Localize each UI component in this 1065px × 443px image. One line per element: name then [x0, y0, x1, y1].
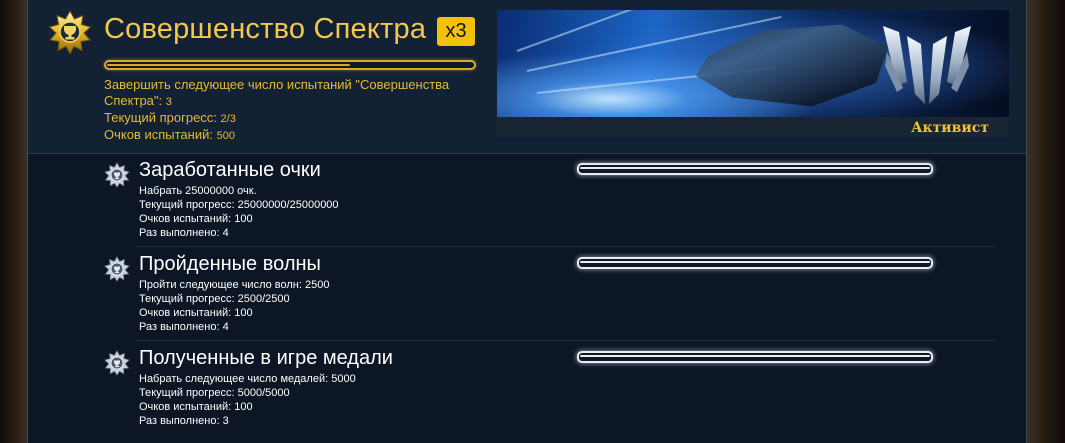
challenge-points: Очков испытаний: 100 [139, 401, 253, 413]
header-desc-line2-value: 3 [165, 96, 172, 108]
header-desc-line2: Спектра": 3 [104, 93, 504, 110]
challenge-item: Полученные в игре медали Набрать следующ… [28, 341, 1026, 435]
rank-label: Активист [911, 120, 989, 136]
challenge-progress-text: Текущий прогресс: 2500/2500 [139, 293, 290, 305]
challenge-header: Совершенство Спектра x3 Завершить следую… [28, 0, 1026, 154]
star-badge-icon [104, 162, 130, 188]
challenge-times-completed: Раз выполнено: 4 [139, 321, 229, 333]
challenge-details: Набрать 25000000 очк. Текущий прогресс: … [139, 184, 339, 240]
challenge-goal: Набрать следующее число медалей: 5000 [139, 373, 356, 385]
header-points-label: Очков испытаний: [104, 127, 213, 142]
challenge-progress-bar [577, 257, 933, 269]
challenge-times-completed: Раз выполнено: 4 [139, 227, 229, 239]
header-desc-line1: Завершить следующее число испытаний "Сов… [104, 77, 450, 92]
challenge-progress-text: Текущий прогресс: 25000000/25000000 [139, 199, 339, 211]
challenge-progress-fill [580, 167, 930, 169]
challenge-progress-bar [577, 163, 933, 175]
challenges-panel: Совершенство Спектра x3 Завершить следую… [27, 0, 1027, 443]
challenge-progress-text: Текущий прогресс: 5000/5000 [139, 387, 290, 399]
challenge-title: Полученные в игре медали [139, 347, 393, 369]
challenge-progress-bar [577, 351, 933, 363]
header-progress-fill [107, 64, 351, 66]
header-progress-value: 2/3 [220, 113, 236, 125]
challenge-item: Заработанные очки Набрать 25000000 очк. … [28, 153, 1026, 247]
challenge-times-completed: Раз выполнено: 3 [139, 415, 229, 427]
challenge-points: Очков испытаний: 100 [139, 307, 253, 319]
page-title: Совершенство Спектра [104, 13, 427, 45]
star-badge-icon [104, 350, 130, 376]
spectre-emblem-icon [883, 26, 971, 104]
header-progress-label: Текущий прогресс: [104, 110, 217, 125]
challenge-title: Заработанные очки [139, 159, 321, 181]
challenge-goal: Набрать 25000000 очк. [139, 185, 257, 197]
challenge-progress-fill [580, 355, 930, 357]
challenge-goal: Пройти следующее число волн: 2500 [139, 279, 330, 291]
multiplier-badge: x3 [437, 17, 475, 46]
header-points-value: 500 [216, 130, 235, 142]
star-badge-icon [104, 256, 130, 282]
challenge-progress-fill [580, 261, 930, 263]
header-progress-text: Текущий прогресс: 2/3 [104, 110, 504, 127]
challenge-details: Пройти следующее число волн: 2500 Текущи… [139, 278, 329, 334]
challenge-item: Пройденные волны Пройти следующее число … [28, 247, 1026, 341]
ship-silhouette [696, 24, 888, 107]
challenge-title: Пройденные волны [139, 253, 321, 275]
right-background-edge [1027, 0, 1065, 443]
header-desc-line2-label: Спектра": [104, 93, 163, 108]
left-background-edge [0, 0, 27, 443]
rank-banner-image: Активист [497, 10, 1009, 137]
trophy-star-icon [48, 10, 92, 54]
challenge-points: Очков испытаний: 100 [139, 213, 253, 225]
challenge-details: Набрать следующее число медалей: 5000 Те… [139, 372, 356, 428]
header-progress-bar [104, 60, 476, 70]
header-description: Завершить следующее число испытаний "Сов… [104, 77, 504, 144]
header-points-text: Очков испытаний: 500 [104, 127, 504, 144]
